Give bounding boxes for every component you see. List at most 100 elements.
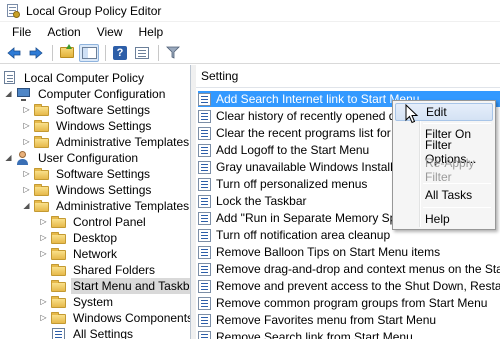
policy-setting-icon [198, 262, 211, 276]
list-item[interactable]: Remove and prevent access to the Shut Do… [198, 278, 500, 294]
menu-file[interactable]: File [4, 25, 39, 39]
expand-arrow-icon[interactable]: ▷ [22, 101, 31, 118]
toolbar-separator [158, 44, 159, 61]
help-icon: ? [113, 45, 127, 60]
collapse-arrow-icon[interactable]: ◢ [4, 85, 13, 102]
up-folder-button[interactable] [57, 44, 77, 62]
properties-icon [135, 46, 149, 59]
folder-icon [51, 215, 67, 229]
tree-item-desktop[interactable]: ▷ Desktop [39, 229, 119, 246]
tree-item-network[interactable]: ▷ Network [39, 245, 119, 262]
tree-item-label: Administrative Templates [56, 198, 190, 213]
expand-arrow-icon[interactable]: ▷ [22, 181, 31, 198]
forward-button[interactable] [26, 44, 46, 62]
list-item[interactable]: Remove Balloon Tips on Start Menu items [198, 244, 500, 260]
expand-arrow-icon[interactable]: ▷ [22, 165, 31, 182]
tree-item-label: Control Panel [73, 214, 146, 229]
folder-icon [51, 295, 67, 309]
collapse-arrow-icon[interactable]: ◢ [22, 197, 31, 214]
policy-setting-icon [198, 296, 211, 310]
tree-item-administrative-templates[interactable]: ▷ Administrative Templates [22, 133, 190, 150]
tree-item-local-computer-policy[interactable]: Local Computer Policy [2, 69, 146, 86]
policy-setting-icon [198, 313, 211, 327]
column-header-setting[interactable]: Setting [196, 65, 500, 88]
tree-item-start-menu-and-taskbar[interactable]: Start Menu and Taskbar [39, 277, 190, 294]
folder-icon [34, 103, 50, 117]
tree-item-system[interactable]: ▷ System [39, 293, 115, 310]
expand-arrow-icon[interactable]: ▷ [39, 229, 48, 246]
tree-item-computer-configuration[interactable]: ◢ Computer Configuration [4, 85, 167, 102]
tree-item-windows-settings[interactable]: ▷ Windows Settings [22, 117, 153, 134]
tree-item-label: Software Settings [56, 102, 151, 117]
tree-item-windows-settings[interactable]: ▷ Windows Settings [22, 181, 153, 198]
tree-item-label: Windows Settings [56, 182, 152, 197]
list-item-label: Add Search Internet link to Start Menu [216, 92, 420, 106]
filter-button[interactable] [163, 44, 183, 62]
list-item-label: Remove Favorites menu from Start Menu [216, 313, 437, 327]
show-hide-tree-button[interactable] [79, 43, 99, 62]
menu-help[interactable]: Help [131, 25, 172, 39]
properties-button[interactable] [132, 44, 152, 62]
list-item[interactable]: Remove Search link from Start Menu [198, 329, 500, 339]
tree-item-label: Windows Components [73, 310, 191, 325]
list-item-label: Remove Balloon Tips on Start Menu items [216, 245, 441, 259]
tree-item-control-panel[interactable]: ▷ Control Panel [39, 213, 148, 230]
expand-arrow-icon[interactable]: ▷ [39, 293, 48, 310]
tree-item-label: Network [73, 246, 118, 261]
list-item[interactable]: Remove common program groups from Start … [198, 295, 500, 311]
tree-item-software-settings[interactable]: ▷ Software Settings [22, 165, 152, 182]
filter-icon [166, 46, 180, 59]
policy-setting-icon [198, 109, 211, 123]
toolbar: ? [0, 42, 500, 64]
tree-item-windows-components[interactable]: ▷ Windows Components [39, 309, 191, 326]
tree-item-administrative-templates[interactable]: ◢ Administrative Templates [22, 197, 190, 214]
tree-item-label: Desktop [73, 230, 118, 245]
policy-setting-icon [198, 228, 211, 242]
expand-arrow-icon[interactable]: ▷ [39, 213, 48, 230]
list-item[interactable]: Remove drag-and-drop and context menus o… [198, 261, 500, 277]
menu-action[interactable]: Action [39, 25, 88, 39]
navigation-tree: Local Computer Policy ◢ Computer Configu… [0, 65, 191, 339]
tree-item-all-settings[interactable]: All Settings [39, 325, 135, 339]
folder-icon [51, 279, 67, 293]
back-button[interactable] [4, 44, 24, 62]
mouse-pointer-icon [405, 104, 419, 124]
computer-icon [16, 87, 32, 101]
list-item-label: Add Logoff to the Start Menu [216, 143, 370, 157]
expand-arrow-icon[interactable]: ▷ [39, 245, 48, 262]
collapse-arrow-icon[interactable]: ◢ [4, 149, 13, 166]
context-menu-help[interactable]: Help [395, 210, 493, 228]
title-bar: Local Group Policy Editor [0, 0, 500, 22]
menu-view[interactable]: View [89, 25, 131, 39]
toolbar-separator [52, 44, 53, 61]
expand-arrow-icon[interactable]: ▷ [22, 117, 31, 134]
policy-setting-icon [198, 126, 211, 140]
policy-setting-icon [198, 330, 211, 339]
folder-icon [34, 135, 50, 149]
menu-separator [423, 207, 491, 208]
tree-item-label: User Configuration [38, 150, 139, 165]
policy-icon [2, 70, 18, 85]
folder-icon [51, 247, 67, 261]
expand-arrow-icon[interactable]: ▷ [22, 133, 31, 150]
policy-setting-icon [198, 92, 211, 106]
folder-icon [51, 231, 67, 245]
list-item-label: Turn off personalized menus [216, 177, 368, 191]
context-menu-reapply-filter: Re-Apply Filter [425, 156, 475, 184]
all-settings-icon [51, 327, 67, 339]
folder-icon [51, 311, 67, 325]
policy-setting-icon [198, 211, 211, 225]
list-item[interactable]: Remove Favorites menu from Start Menu [198, 312, 500, 328]
context-menu-all-tasks[interactable]: All Tasks [395, 186, 493, 204]
help-button[interactable]: ? [110, 44, 130, 62]
tree-item-user-configuration[interactable]: ◢ User Configuration [4, 149, 140, 166]
tree-item-label: Start Menu and Taskbar [71, 277, 190, 294]
tree-item-shared-folders[interactable]: Shared Folders [39, 261, 157, 278]
tree-item-software-settings[interactable]: ▷ Software Settings [22, 101, 152, 118]
tree-item-label: All Settings [73, 326, 134, 339]
folder-icon [34, 167, 50, 181]
list-item-label: Turn off notification area cleanup [216, 228, 391, 242]
tree-item-label: System [73, 294, 114, 309]
back-icon [7, 46, 21, 59]
expand-arrow-icon[interactable]: ▷ [39, 309, 48, 326]
